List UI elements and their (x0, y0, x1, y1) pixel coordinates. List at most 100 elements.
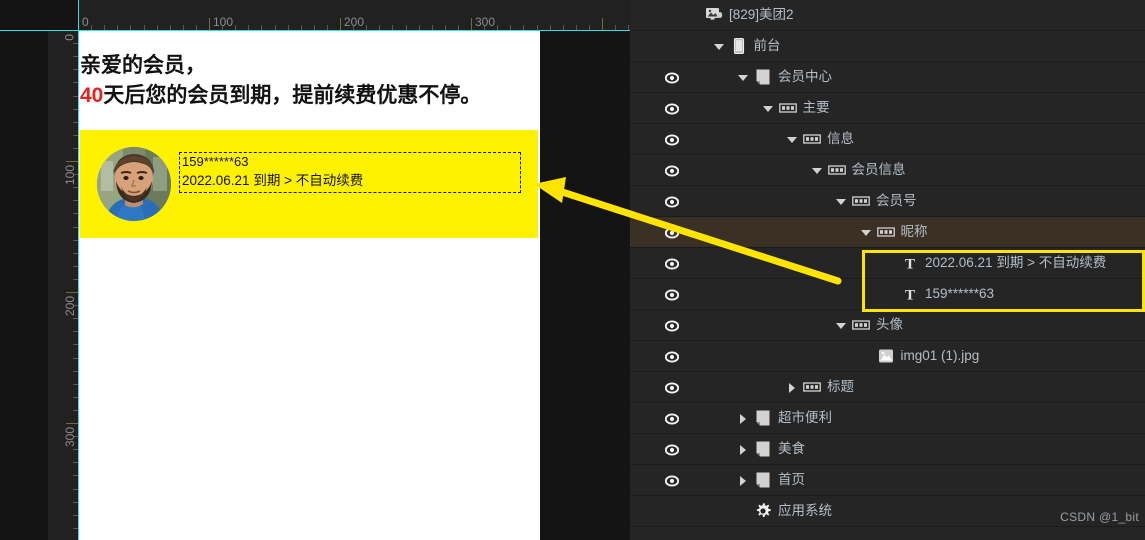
group-icon (852, 196, 870, 206)
page-icon (756, 410, 770, 426)
ruler-tick-v (66, 423, 78, 424)
member-id-text: 159******63 (182, 154, 249, 169)
group-icon (852, 320, 870, 330)
tree-row-body: 标题 (786, 378, 854, 396)
eye-icon[interactable] (665, 164, 679, 177)
tree-row[interactable]: 前台 (630, 31, 1145, 62)
caret-spacer (884, 288, 897, 301)
chevron-down-icon[interactable] (713, 40, 726, 53)
tree-row[interactable]: T 2022.06.21 到期 > 不自动续费 (630, 248, 1145, 279)
group-icon (827, 165, 846, 175)
tree-row-label: [829]美团2 (729, 7, 794, 22)
ruler-corner (0, 0, 78, 30)
tree-row[interactable]: [829]美团2 (630, 0, 1145, 31)
vertical-ruler[interactable]: 0 100 200 300 (48, 30, 78, 540)
tree-row-body: 前台 (713, 37, 781, 55)
tree-row-label: 主要 (802, 100, 830, 115)
tree-row-label: 前台 (753, 38, 781, 53)
tree-row[interactable]: 信息 (630, 124, 1145, 155)
eye-icon[interactable] (665, 474, 679, 487)
tree-row[interactable]: 超市便利 (630, 403, 1145, 434)
tree-row[interactable]: 主要 (630, 93, 1145, 124)
tree-row-body: 美食 (737, 440, 805, 458)
eye-icon[interactable] (665, 288, 679, 301)
tree-row-body: 信息 (786, 130, 854, 148)
group-icon (876, 227, 895, 237)
page-icon (756, 441, 770, 457)
eye-icon[interactable] (665, 195, 679, 208)
ruler-label-h-100: 100 (213, 15, 234, 29)
tree-row[interactable]: 会员号 (630, 186, 1145, 217)
tree-row[interactable]: 会员信息 (630, 155, 1145, 186)
tree-row-label: 超市便利 (778, 410, 832, 425)
chevron-down-icon[interactable] (762, 102, 775, 115)
design-canvas[interactable]: 亲爱的会员， 40天后您的会员到期，提前续费优惠不停。 159******63 … (79, 31, 540, 540)
phone-icon (733, 37, 744, 55)
eye-icon[interactable] (665, 71, 679, 84)
tree-row-label: 会员信息 (851, 162, 906, 177)
text-icon: T (905, 257, 915, 273)
tree-row-body: 首页 (737, 471, 805, 489)
vertical-ruler-track (48, 30, 78, 540)
ruler-label-v-0: 0 (63, 34, 77, 41)
eye-icon[interactable] (665, 412, 679, 425)
chevron-right-icon[interactable] (737, 412, 750, 425)
tree-row-label: 会员号 (876, 193, 917, 208)
watermark: CSDN @1_bit (1060, 510, 1139, 524)
eye-icon[interactable] (665, 257, 679, 270)
tree-row[interactable]: 美食 (630, 434, 1145, 465)
tree-row[interactable]: img01 (1).jpg (630, 341, 1145, 372)
guide-line-vertical[interactable] (78, 0, 79, 540)
tree-row[interactable]: 会员中心 (630, 62, 1145, 93)
tree-row-body: 会员号 (835, 192, 917, 210)
svg-text:T: T (905, 288, 915, 304)
tree-row-label: 159******63 (925, 286, 995, 301)
ruler-tick-h (602, 18, 603, 30)
chevron-right-icon[interactable] (737, 443, 750, 456)
monitor-icon (706, 8, 723, 20)
eye-icon[interactable] (665, 102, 679, 115)
tree-row-body: 会员中心 (737, 68, 832, 86)
tree-row-label: 首页 (778, 472, 805, 487)
svg-text:T: T (905, 257, 915, 273)
tree-row-body: 主要 (762, 99, 830, 117)
eye-icon[interactable] (665, 226, 679, 239)
tree-row[interactable]: T 159******63 (630, 279, 1145, 310)
chevron-down-icon[interactable] (835, 195, 848, 208)
expiry-text: 2022.06.21 到期 > 不自动续费 (182, 173, 364, 188)
headline-line-2: 40天后您的会员到期，提前续费优惠不停。 (80, 81, 538, 111)
headline-line-1: 亲爱的会员， (80, 54, 206, 77)
tree-row-body: img01 (1).jpg (860, 347, 979, 365)
group-icon (803, 382, 821, 392)
member-card[interactable]: 159******63 2022.06.21 到期 > 不自动续费 (80, 130, 538, 238)
tree-row-body: 超市便利 (737, 409, 832, 427)
tree-row-label: 信息 (827, 131, 854, 146)
tree-row-label: 2022.06.21 到期 > 不自动续费 (925, 255, 1107, 270)
chevron-down-icon[interactable] (811, 164, 824, 177)
editor-canvas-area: 0 100 200 300 0 100 200 300 亲爱的会员， 40天后您的会员到期，… (0, 0, 630, 540)
card-text-block[interactable]: 159******63 2022.06.21 到期 > 不自动续费 (179, 152, 521, 193)
eye-icon[interactable] (665, 381, 679, 394)
chevron-down-icon[interactable] (737, 71, 750, 84)
eye-icon[interactable] (665, 319, 679, 332)
chevron-down-icon[interactable] (860, 226, 873, 239)
tree-row[interactable]: 昵称 (630, 217, 1145, 248)
tree-row[interactable]: 标题 (630, 372, 1145, 403)
chevron-down-icon[interactable] (786, 133, 799, 146)
tree-row[interactable]: 首页 (630, 465, 1145, 496)
horizontal-ruler[interactable]: 0 100 200 300 (0, 0, 630, 30)
chevron-right-icon[interactable] (786, 381, 799, 394)
ruler-label-v-300: 300 (63, 427, 77, 448)
caret-spacer (884, 257, 897, 270)
page-icon (756, 69, 770, 85)
chevron-down-icon[interactable] (835, 319, 848, 332)
chevron-right-icon[interactable] (737, 474, 750, 487)
eye-icon[interactable] (665, 133, 679, 146)
tree-row[interactable]: 头像 (630, 310, 1145, 341)
layer-tree-panel[interactable]: [829]美团2 前台会员中心主要信息会员信息会员号昵称 T 2022.06.21 到… (630, 0, 1145, 540)
guide-line-horizontal[interactable] (0, 30, 630, 31)
eye-icon[interactable] (665, 443, 679, 456)
text-icon: T (905, 288, 915, 304)
ruler-label-h-300: 300 (475, 15, 496, 29)
eye-icon[interactable] (665, 350, 679, 363)
